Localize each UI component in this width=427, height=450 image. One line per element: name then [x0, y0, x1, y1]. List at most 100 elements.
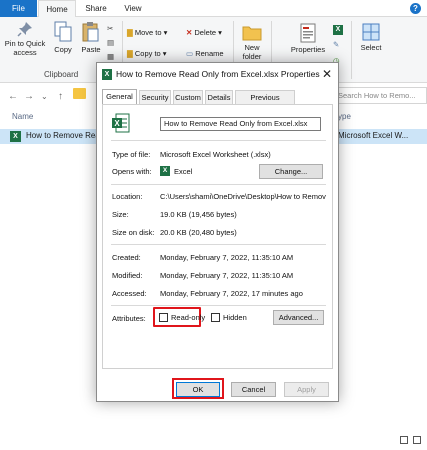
file-type-cell: Microsoft Excel W... [338, 131, 409, 140]
delete-label: Delete ▾ [194, 28, 222, 37]
copy-path-icon[interactable]: ▤ [107, 37, 114, 48]
ribbon-separator [351, 21, 352, 79]
cancel-button[interactable]: Cancel [231, 382, 276, 397]
pin-label: Pin to Quick access [4, 39, 46, 57]
rename-label: Rename [195, 49, 224, 58]
file-name-field[interactable]: How to Remove Read Only from Excel.xlsx [160, 117, 321, 131]
pin-to-quick-access-button[interactable]: Pin to Quick access [4, 21, 46, 57]
recent-chevron-icon[interactable]: ⌄ [41, 92, 48, 101]
general-panel: X How to Remove Read Only from Excel.xls… [102, 104, 333, 369]
excel-file-icon: X [10, 131, 21, 142]
copy-to-label: Copy to ▾ [134, 49, 167, 58]
file-name-cell: How to Remove Rea [26, 131, 100, 140]
modified-value: Monday, February 7, 2022, 11:35:10 AM [160, 271, 294, 280]
divider [111, 244, 326, 245]
new-folder-label: New folder [242, 43, 262, 61]
forward-arrow-icon[interactable]: → [24, 91, 34, 102]
folder-copy-icon: ▇ [127, 49, 133, 58]
type-column-header[interactable]: ype [338, 112, 351, 121]
search-input[interactable]: Search How to Remo... [333, 87, 427, 104]
name-column-header[interactable]: Name [12, 112, 33, 121]
ribbon-tab-bar: File Home Share View ? [0, 0, 427, 18]
close-icon[interactable]: ✕ [322, 67, 332, 81]
move-to-label: Move to ▾ [134, 28, 168, 37]
readonly-checkbox[interactable] [159, 313, 168, 322]
select-button[interactable]: Select [356, 23, 386, 52]
tab-home[interactable]: Home [38, 0, 76, 18]
properties-button[interactable]: Properties [286, 23, 330, 54]
opens-with-value: Excel [174, 167, 193, 176]
paste-shortcut-icon[interactable]: ▦ [107, 51, 114, 62]
tab-view[interactable]: View [118, 0, 148, 17]
open-excel-icon[interactable]: X [333, 23, 343, 35]
rename-button[interactable]: ▭ Rename [186, 48, 224, 59]
apply-button[interactable]: Apply [284, 382, 329, 397]
excel-app-icon: X [160, 166, 170, 176]
hidden-label: Hidden [223, 313, 247, 322]
select-label: Select [360, 43, 382, 52]
dialog-title: How to Remove Read Only from Excel.xlsx … [116, 69, 320, 79]
new-folder-button[interactable]: New folder [238, 23, 266, 61]
type-label: Type of file: [112, 150, 151, 159]
large-icons-view-icon[interactable] [413, 436, 421, 444]
accessed-value: Monday, February 7, 2022, 17 minutes ago [160, 289, 303, 298]
folder-move-icon: ▇ [127, 28, 133, 37]
folder-icon [73, 88, 86, 99]
status-bar [0, 431, 427, 450]
details-view-icon[interactable] [399, 436, 408, 444]
tab-previous-versions[interactable]: Previous Versions [235, 90, 295, 115]
paste-icon [82, 22, 99, 42]
size-label: Size: [112, 210, 129, 219]
copy-button[interactable]: Copy [51, 21, 75, 54]
advanced-button[interactable]: Advanced... [273, 310, 324, 325]
change-button[interactable]: Change... [259, 164, 323, 179]
back-arrow-icon[interactable]: ← [8, 91, 18, 102]
svg-text:X: X [114, 119, 120, 128]
created-value: Monday, February 7, 2022, 11:35:10 AM [160, 253, 294, 262]
size-on-disk-label: Size on disk: [112, 228, 155, 237]
rename-icon: ▭ [186, 49, 194, 58]
location-value: C:\Users\shami\OneDrive\Desktop\How to R… [160, 192, 326, 201]
dialog-title-bar[interactable]: X How to Remove Read Only from Excel.xls… [97, 63, 338, 86]
pin-icon [17, 22, 32, 37]
select-all-icon [362, 23, 380, 41]
modified-label: Modified: [112, 271, 143, 280]
opens-with-label: Opens with: [112, 167, 152, 176]
copy-to-button[interactable]: ▇ Copy to ▾ [127, 48, 167, 59]
created-label: Created: [112, 253, 141, 262]
delete-icon: ✕ [186, 28, 193, 37]
up-arrow-icon[interactable]: ↑ [58, 91, 63, 102]
properties-label: Properties [290, 45, 326, 54]
location-label: Location: [112, 192, 143, 201]
move-to-button[interactable]: ▇ Move to ▾ [127, 27, 167, 38]
edit-icon[interactable]: ✎ [333, 39, 339, 50]
size-on-disk-value: 20.0 KB (20,480 bytes) [160, 228, 237, 237]
clipboard-group-label: Clipboard [44, 70, 79, 79]
new-folder-icon [242, 26, 262, 41]
accessed-label: Accessed: [112, 289, 147, 298]
view-toggle [399, 436, 421, 446]
attributes-label: Attributes: [112, 314, 146, 323]
tab-details[interactable]: Details [205, 90, 233, 104]
tab-general[interactable]: General [102, 89, 137, 104]
type-value: Microsoft Excel Worksheet (.xlsx) [160, 150, 271, 159]
paste-label: Paste [81, 45, 101, 54]
tab-file[interactable]: File [0, 0, 37, 17]
properties-dialog: X How to Remove Read Only from Excel.xls… [96, 62, 339, 402]
cut-icon[interactable]: ✂ [107, 23, 113, 34]
copy-icon [54, 21, 72, 42]
copy-label: Copy [54, 45, 72, 54]
readonly-label: Read-only [171, 313, 206, 322]
properties-icon [300, 23, 316, 43]
divider [111, 305, 326, 306]
tab-security[interactable]: Security [139, 90, 171, 104]
excel-title-icon: X [102, 69, 112, 80]
hidden-checkbox[interactable] [211, 313, 220, 322]
delete-button[interactable]: ✕ Delete ▾ [186, 27, 222, 38]
tab-custom[interactable]: Custom [173, 90, 203, 104]
paste-button[interactable]: Paste [79, 21, 103, 54]
divider [111, 140, 326, 141]
tab-share[interactable]: Share [80, 0, 112, 17]
ok-button[interactable]: OK [176, 382, 220, 397]
help-icon[interactable]: ? [410, 3, 421, 14]
